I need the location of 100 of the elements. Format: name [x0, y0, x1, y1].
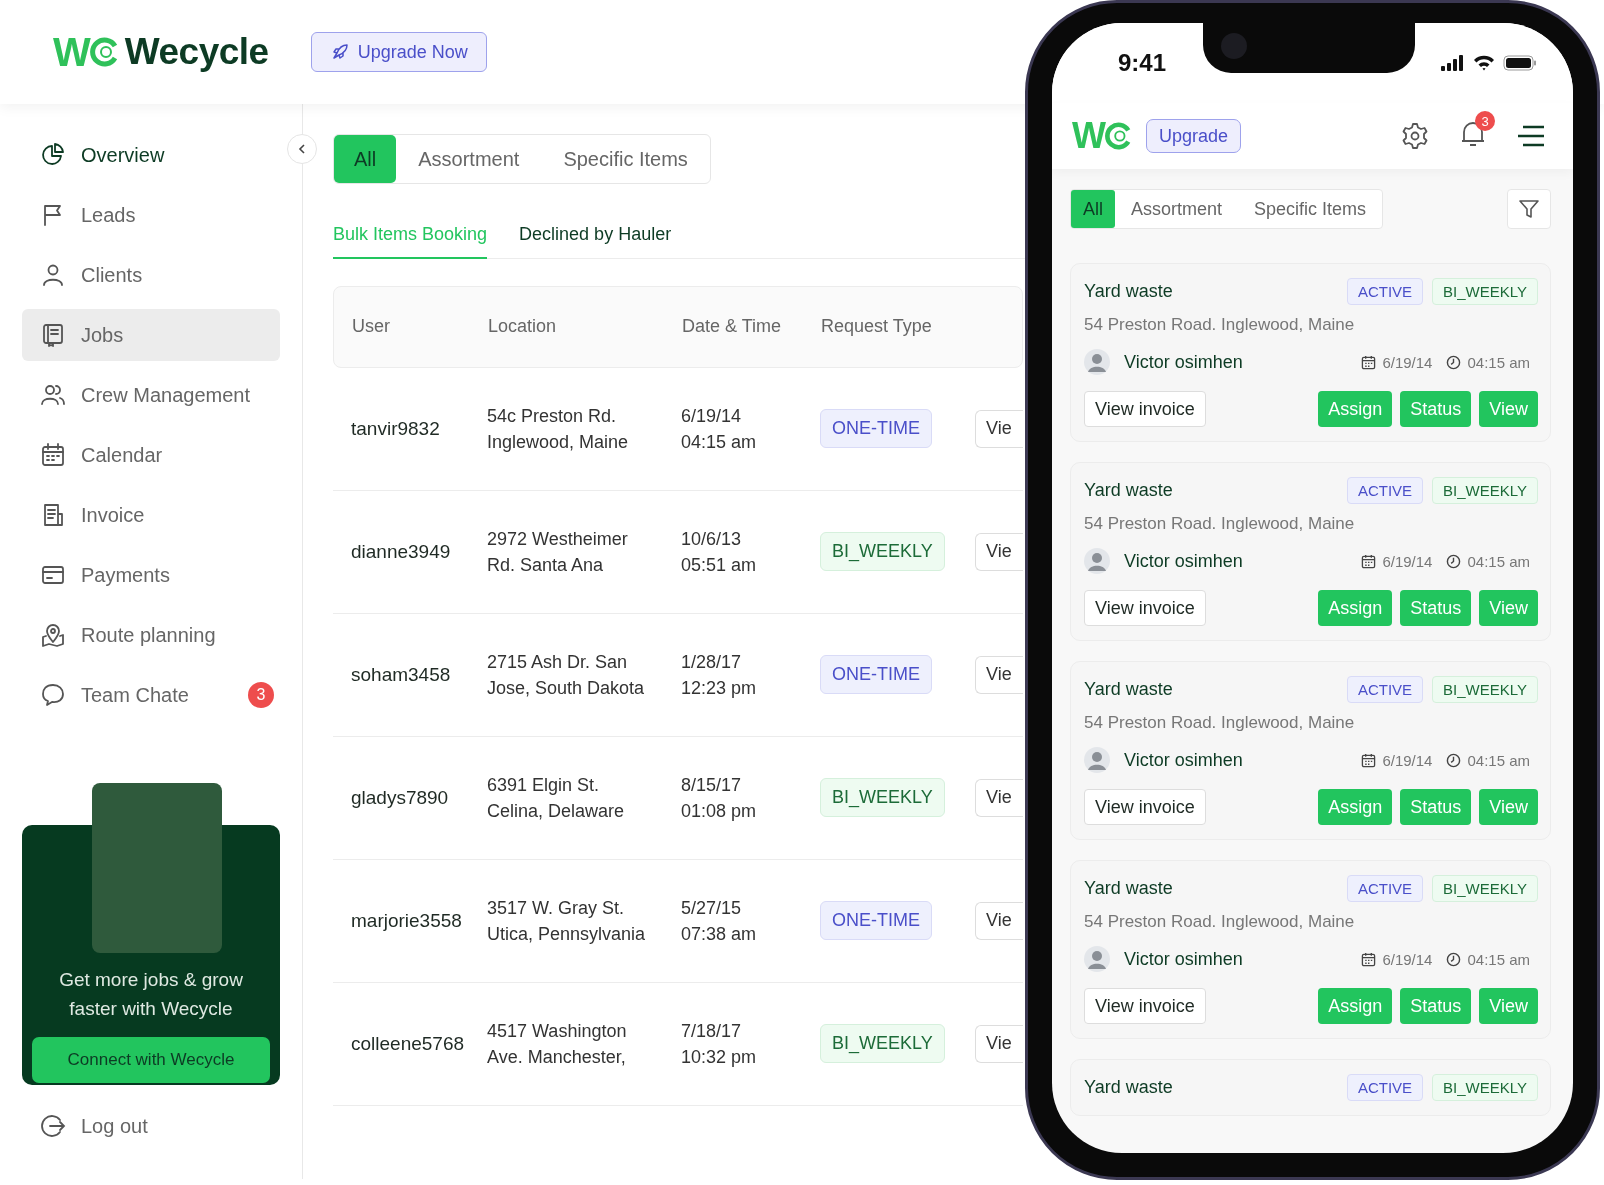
calendar-icon	[40, 442, 66, 468]
card-action-button[interactable]: View invoice	[1084, 590, 1206, 626]
row-action-button[interactable]: Vie	[975, 655, 1023, 694]
person-name: Victor osimhen	[1124, 948, 1243, 970]
status-tag: ACTIVE	[1346, 278, 1424, 305]
frequency-tag: BI_WEEKLY	[1432, 1074, 1538, 1101]
request-type-tag: ONE-TIME	[820, 655, 932, 694]
upgrade-button[interactable]: Upgrade Now	[310, 32, 487, 72]
request-type-tag: BI_WEEKLY	[820, 532, 945, 571]
chevron-left-icon	[296, 143, 308, 155]
connect-button[interactable]: Connect with Wecycle	[32, 1037, 270, 1083]
sidebar-item[interactable]: Route planning	[22, 609, 280, 661]
settings-icon[interactable]	[1401, 122, 1429, 150]
row-action-button[interactable]: Vie	[975, 532, 1023, 571]
people-icon	[40, 382, 66, 408]
filter-button[interactable]	[1507, 189, 1551, 229]
calendar-icon	[1361, 354, 1377, 370]
sidebar-item[interactable]: Payments	[22, 549, 280, 601]
table-cell-text: soham3458	[350, 663, 452, 686]
notification-badge: 3	[248, 682, 274, 708]
sidebar-item[interactable]: Overview	[22, 129, 280, 181]
job-time: 04:15 am	[1467, 751, 1530, 769]
job-address: 54 Preston Road. Inglewood, Maine	[1084, 912, 1356, 932]
sidebar-item[interactable]: Team Chate 3	[22, 669, 280, 721]
table-cell-text: 4517 Washington Ave. Manchester,	[487, 1019, 628, 1069]
avatar-icon	[1084, 946, 1110, 972]
upgrade-button[interactable]: Upgrade	[1146, 119, 1242, 153]
person-icon	[40, 262, 66, 288]
clock-icon	[1446, 752, 1462, 768]
frequency-tag: BI_WEEKLY	[1432, 676, 1538, 703]
frequency-tag: BI_WEEKLY	[1432, 875, 1538, 902]
logout-icon	[40, 1113, 66, 1139]
table-cell-text: dianne3949	[350, 540, 452, 563]
sidebar-item[interactable]: Jobs	[22, 309, 280, 361]
calendar-icon	[1361, 752, 1377, 768]
filter-tab[interactable]: All	[334, 135, 397, 183]
table-cell-text: 01:08 pm	[681, 799, 758, 823]
notification-bell-icon[interactable]	[1459, 119, 1487, 149]
recycle-circle-icon	[88, 37, 119, 67]
table-cell-text: tanvir9832	[350, 417, 441, 440]
row-action-button[interactable]: Vie	[975, 1024, 1023, 1063]
row-action-button[interactable]: Vie	[975, 778, 1023, 817]
filter-tab[interactable]: Specific Items	[1238, 190, 1383, 228]
table-cell-text: gladys7890	[350, 786, 450, 809]
sidebar-item[interactable]: Clients	[22, 249, 280, 301]
table-cell-text: 10:32 pm	[681, 1045, 758, 1069]
job-date: 6/19/14	[1382, 751, 1433, 769]
book-icon	[40, 322, 66, 348]
sidebar-item[interactable]: Crew Management	[22, 369, 280, 421]
row-action-button[interactable]: Vie	[975, 901, 1023, 940]
sub-tab[interactable]: Declined by Hauler	[519, 224, 672, 259]
job-address: 54 Preston Road. Inglewood, Maine	[1084, 514, 1356, 534]
avatar-icon	[1084, 747, 1110, 773]
table-cell-text: 2715 Ash Dr. San Jose, South Dakota	[487, 650, 646, 700]
logout-link[interactable]: Log out	[22, 1113, 302, 1139]
table-cell-text: 6391 Elgin St. Celina, Delaware	[487, 773, 626, 823]
job-title: Yard waste	[1084, 281, 1173, 302]
signal-icon	[1441, 55, 1465, 71]
column-header: User	[351, 316, 391, 337]
logo-mark: W	[53, 29, 89, 75]
table-cell-text: 8/15/17	[681, 773, 743, 797]
column-header: Date & Time	[682, 316, 783, 337]
sidebar-item[interactable]: Invoice	[22, 489, 280, 541]
status-tag: ACTIVE	[1346, 1074, 1424, 1101]
job-title: Yard waste	[1084, 679, 1173, 700]
table-cell-text: 2972 Westheimer Rd. Santa Ana	[487, 527, 629, 577]
avatar-icon	[1084, 349, 1110, 375]
job-title: Yard waste	[1084, 1077, 1173, 1098]
filter-tab[interactable]: Assortment	[1115, 190, 1239, 228]
filter-tab[interactable]: All	[1071, 190, 1115, 228]
table-cell-text: 12:23 pm	[681, 676, 758, 700]
sidebar-item[interactable]: Calendar	[22, 429, 280, 481]
frequency-tag: BI_WEEKLY	[1432, 278, 1538, 305]
table-cell-text: 54c Preston Rd. Inglewood, Maine	[487, 404, 630, 454]
card-action-button[interactable]: View invoice	[1084, 391, 1206, 427]
job-date: 6/19/14	[1382, 353, 1433, 371]
column-header: Location	[488, 316, 558, 337]
request-type-tag: BI_WEEKLY	[820, 1024, 945, 1063]
pie-chart-icon	[40, 142, 66, 168]
table-cell-text: 07:38 am	[681, 922, 758, 946]
job-title: Yard waste	[1084, 480, 1173, 501]
filter-tab[interactable]: Specific Items	[541, 135, 710, 183]
request-type-tag: ONE-TIME	[820, 901, 932, 940]
menu-icon[interactable]	[1517, 124, 1545, 148]
clock-icon	[1446, 951, 1462, 967]
person-name: Victor osimhen	[1124, 749, 1243, 771]
sidebar-item[interactable]: Leads	[22, 189, 280, 241]
card-action-button[interactable]: View invoice	[1084, 988, 1206, 1024]
status-time: 9:41	[1118, 49, 1167, 77]
collapse-button[interactable]	[287, 134, 317, 164]
logo-mark: W	[1072, 115, 1104, 157]
job-date: 6/19/14	[1382, 552, 1433, 570]
calendar-icon	[1361, 553, 1377, 569]
person-name: Victor osimhen	[1124, 550, 1243, 572]
wifi-icon	[1473, 55, 1495, 71]
card-action-button[interactable]: View invoice	[1084, 789, 1206, 825]
request-type-tag: ONE-TIME	[820, 409, 932, 448]
row-action-button[interactable]: Vie	[975, 409, 1023, 448]
filter-tab[interactable]: Assortment	[396, 135, 542, 183]
table-cell-text: 5/27/15	[681, 896, 743, 920]
